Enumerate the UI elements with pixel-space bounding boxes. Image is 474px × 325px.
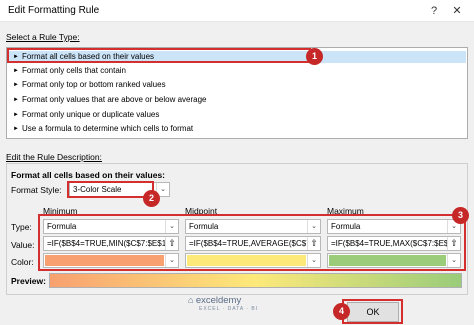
arrow-icon: ► <box>13 126 19 132</box>
rule-type-label-text: Select a Rule Type: <box>6 32 80 42</box>
help-button[interactable]: ? <box>424 2 444 20</box>
callout-highlight-1 <box>7 48 311 63</box>
dialog-title: Edit Formatting Rule <box>8 5 100 16</box>
preview-label: Preview: <box>11 276 46 286</box>
callout-badge-4: 4 <box>333 303 350 320</box>
arrow-icon: ► <box>13 68 19 74</box>
rule-type-label: Select a Rule Type: <box>6 32 80 42</box>
description-heading: Format all cells based on their values: <box>11 170 165 180</box>
callout-highlight-2 <box>67 181 154 198</box>
rule-type-item[interactable]: ► Format only values that are above or be… <box>8 94 466 106</box>
callout-highlight-4 <box>342 299 403 324</box>
rule-type-item[interactable]: ► Format only top or bottom ranked values <box>8 79 466 91</box>
watermark-logo: ⌂ exceldemy <box>188 295 241 306</box>
callout-badge-2: 2 <box>143 190 160 207</box>
format-style-label: Format Style: <box>11 185 62 195</box>
rule-type-item[interactable]: ► Format only cells that contain <box>8 65 466 77</box>
rule-description-label: Edit the Rule Description: <box>6 152 102 162</box>
type-row-label: Type: <box>11 222 32 232</box>
arrow-icon: ► <box>13 112 19 118</box>
arrow-icon: ► <box>13 97 19 103</box>
callout-badge-1: 1 <box>306 48 323 65</box>
rule-description-label-text: Edit the Rule Description: <box>6 152 102 162</box>
preview-gradient <box>49 273 462 288</box>
color-row-label: Color: <box>11 257 34 267</box>
close-button[interactable]: ✕ <box>447 2 467 20</box>
rule-type-item[interactable]: ► Format only unique or duplicate values <box>8 109 466 121</box>
logo-icon: ⌂ <box>188 295 194 305</box>
watermark-name: exceldemy <box>195 295 242 306</box>
arrow-icon: ► <box>13 82 19 88</box>
watermark-tagline: EXCEL · DATA · BI <box>199 306 259 312</box>
callout-highlight-3 <box>38 214 466 271</box>
callout-badge-3: 3 <box>452 207 469 224</box>
value-row-label: Value: <box>11 240 35 250</box>
rule-type-item[interactable]: ► Use a formula to determine which cells … <box>8 123 466 135</box>
